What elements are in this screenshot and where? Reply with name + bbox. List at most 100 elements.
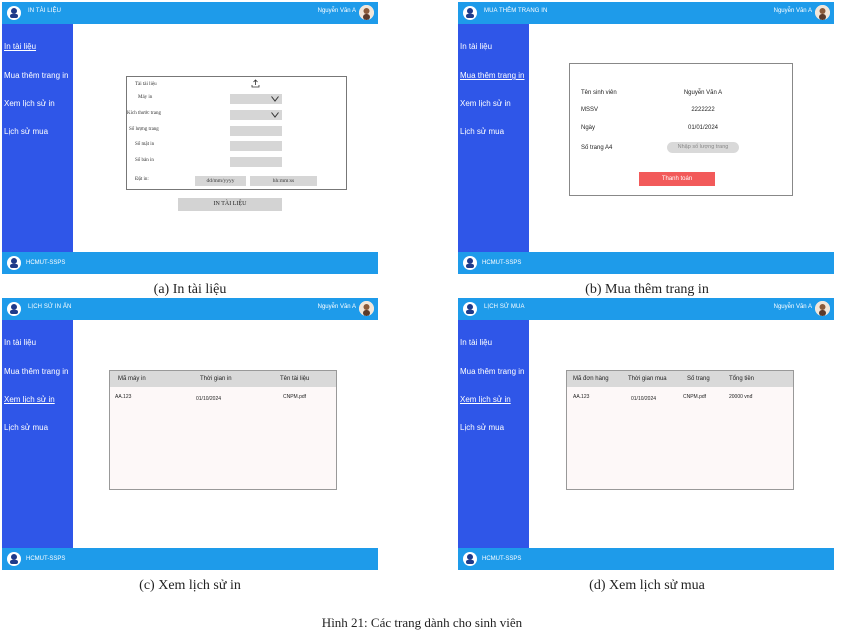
mssv-value: 2222222: [691, 107, 715, 113]
sidebar-item-print-history[interactable]: Xem lịch sử in: [4, 99, 55, 108]
header-bar: LỊCH SỬ IN ẤN Nguyễn Văn A: [2, 298, 378, 320]
column-header: Tên tài liệu: [280, 376, 310, 382]
app-logo-icon: [463, 552, 477, 566]
panel-print-history: LỊCH SỬ IN ẤN Nguyễn Văn A In tài liệu M…: [2, 298, 378, 570]
app-logo-icon: [7, 552, 21, 566]
figure-caption: Hình 21: Các trang dành cho sinh viên: [321, 615, 523, 630]
upload-icon[interactable]: [251, 79, 260, 88]
printer-select[interactable]: [230, 94, 282, 104]
app-logo-icon: [463, 256, 477, 270]
paper-size-label: Kích thước trang: [127, 111, 161, 116]
page-title: LỊCH SỬ MUA: [484, 304, 525, 310]
copies-input[interactable]: [230, 157, 282, 167]
sidebar-item-print[interactable]: In tài liệu: [4, 338, 36, 347]
footer-label: HCMUT-SSPS: [482, 556, 522, 562]
table-cell: CNPM.pdf: [683, 394, 707, 400]
sidebar-item-print[interactable]: In tài liệu: [460, 338, 492, 347]
column-header: Số trang: [687, 376, 710, 382]
chevron-down-icon: [271, 112, 279, 118]
sidebar-item-buy-pages[interactable]: Mua thêm trang in: [460, 71, 524, 80]
copies-label: Số bản in: [135, 158, 154, 163]
column-header: Tổng tiền: [729, 376, 755, 382]
app-logo-icon: [463, 6, 477, 20]
sidebar-item-purchase-history[interactable]: Lịch sử mua: [4, 127, 48, 136]
footer-bar: HCMUT-SSPS: [2, 548, 378, 570]
page-count-label: Số lượng trang: [129, 127, 159, 132]
user-name[interactable]: Nguyễn Văn A: [774, 304, 812, 310]
app-logo-icon: [7, 256, 21, 270]
app-logo-icon: [463, 302, 477, 316]
student-name-value: Nguyễn Văn A: [683, 90, 723, 96]
user-name[interactable]: Nguyễn Văn A: [318, 304, 356, 310]
sidebar: In tài liệu Mua thêm trang in Xem lịch s…: [2, 24, 73, 252]
footer-bar: HCMUT-SSPS: [2, 252, 378, 274]
column-header: Thời gian mua: [628, 376, 667, 382]
caption-a: (a) In tài liệu: [153, 282, 227, 297]
print-history-table: Mã máy in Thời gian in Tên tài liệu AA.1…: [109, 370, 337, 490]
page-title: LỊCH SỬ IN ẤN: [28, 304, 72, 310]
avatar[interactable]: [359, 301, 374, 316]
sidebar-item-purchase-history[interactable]: Lịch sử mua: [4, 423, 48, 432]
panel-print-document: IN TÀI LIỆU Nguyễn Văn A In tài liệu Mua…: [2, 2, 378, 274]
table-cell: 20000 vnđ: [729, 394, 753, 400]
column-header: Mã đơn hàng: [573, 376, 609, 382]
page-count-input[interactable]: [230, 126, 282, 136]
caption-b: (b) Mua thêm trang in: [585, 282, 709, 297]
print-form: Tài tài liệu Máy in Kích thước trang Số …: [126, 76, 347, 190]
mssv-label: MSSV: [581, 107, 599, 113]
print-document-button[interactable]: IN TÀI LIỆU: [178, 198, 282, 211]
time-input[interactable]: hh:mm:ss: [250, 176, 317, 186]
sidebar-item-print-history[interactable]: Xem lịch sử in: [4, 395, 55, 404]
chevron-down-icon: [271, 96, 279, 102]
table-header: Mã đơn hàng Thời gian mua Số trang Tổng …: [567, 371, 793, 387]
panel-purchase-history: LỊCH SỬ MUA Nguyễn Văn A In tài liệu Mua…: [458, 298, 834, 570]
pages-input[interactable]: Nhập số lượng trang: [667, 142, 739, 153]
table-cell: AA.123: [573, 394, 590, 400]
page-title: IN TÀI LIỆU: [28, 8, 61, 14]
avatar[interactable]: [359, 5, 374, 20]
footer-label: HCMUT-SSPS: [26, 556, 66, 562]
table-cell: 01/10/2024: [631, 396, 657, 402]
sidebar-item-print-history[interactable]: Xem lịch sử in: [460, 99, 511, 108]
sides-input[interactable]: [230, 141, 282, 151]
purchase-history-table: Mã đơn hàng Thời gian mua Số trang Tổng …: [566, 370, 794, 490]
app-logo-icon: [7, 302, 21, 316]
pages-label: Số trang A4: [581, 145, 613, 151]
avatar[interactable]: [815, 5, 830, 20]
student-name-label: Tên sinh viên: [581, 90, 617, 96]
document-label: Tài tài liệu: [135, 82, 157, 87]
table-cell: CNPM.pdf: [283, 394, 307, 400]
header-bar: LỊCH SỬ MUA Nguyễn Văn A: [458, 298, 834, 320]
sidebar-item-purchase-history[interactable]: Lịch sử mua: [460, 423, 504, 432]
paper-size-select[interactable]: [230, 110, 282, 120]
sidebar-item-print[interactable]: In tài liệu: [460, 42, 492, 51]
table-cell: 01/10/2024: [196, 396, 222, 402]
sidebar-item-print[interactable]: In tài liệu: [4, 42, 36, 51]
app-logo-icon: [7, 6, 21, 20]
column-header: Thời gian in: [200, 376, 232, 382]
user-name[interactable]: Nguyễn Văn A: [318, 8, 356, 14]
printer-label: Máy in: [138, 95, 153, 100]
footer-bar: HCMUT-SSPS: [458, 252, 834, 274]
date-label: Ngày: [581, 125, 596, 131]
sides-label: Số mặt in: [135, 142, 155, 147]
caption-d: (d) Xem lịch sử mua: [589, 578, 705, 593]
sidebar-item-purchase-history[interactable]: Lịch sử mua: [460, 127, 504, 136]
date-value: 01/01/2024: [687, 125, 719, 131]
table-header: Mã máy in Thời gian in Tên tài liệu: [110, 371, 336, 387]
sidebar-item-buy-pages[interactable]: Mua thêm trang in: [4, 367, 68, 376]
avatar[interactable]: [815, 301, 830, 316]
user-name[interactable]: Nguyễn Văn A: [774, 8, 812, 14]
footer-label: HCMUT-SSPS: [26, 260, 66, 266]
sidebar-item-buy-pages[interactable]: Mua thêm trang in: [4, 71, 68, 80]
pay-button[interactable]: Thanh toán: [639, 172, 715, 186]
header-bar: MUA THÊM TRANG IN Nguyễn Văn A: [458, 2, 834, 24]
footer-label: HCMUT-SSPS: [482, 260, 522, 266]
sidebar: In tài liệu Mua thêm trang in Xem lịch s…: [2, 320, 73, 548]
schedule-label: Đặt in:: [135, 177, 149, 182]
date-input[interactable]: dd/mm/yyyy: [195, 176, 246, 186]
sidebar-item-print-history[interactable]: Xem lịch sử in: [460, 395, 511, 404]
column-header: Mã máy in: [118, 376, 146, 382]
sidebar: In tài liệu Mua thêm trang in Xem lịch s…: [458, 320, 529, 548]
sidebar-item-buy-pages[interactable]: Mua thêm trang in: [460, 367, 524, 376]
